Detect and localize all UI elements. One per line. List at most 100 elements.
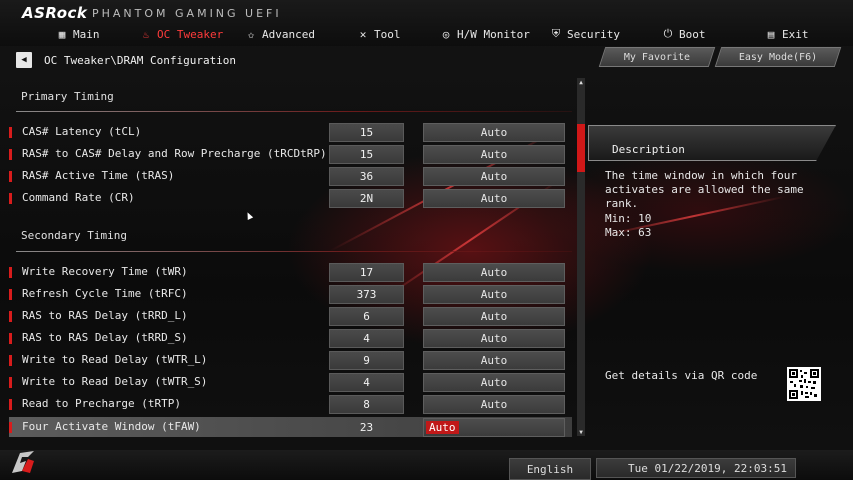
current-value: 2N [329,189,404,208]
star-icon: ✩ [247,27,255,41]
setting-row-command-rate[interactable]: Command Rate (CR) 2N Auto [9,188,572,208]
setting-label: Read to Precharge (tRTP) [22,397,181,410]
setting-row-tfaw[interactable]: Four Activate Window (tFAW) 23 Auto [9,417,572,437]
datetime-display: Tue 01/22/2019, 22:03:51 [596,458,796,478]
tab-advanced[interactable]: ✩ Advanced [245,26,315,42]
setting-label: Command Rate (CR) [22,191,135,204]
option-select[interactable]: Auto [423,351,565,370]
brand-logo: ASRock [22,4,88,22]
row-marker [9,289,12,300]
main-nav: ▦ Main ♨ OC Tweaker ✩ Advanced ✕ Tool ◎ … [0,24,853,44]
setting-row-twtr-s[interactable]: Write to Read Delay (tWTR_S) 4 Auto [9,372,572,392]
chevron-left-icon: ◀ [21,55,27,65]
current-value: 4 [329,373,404,392]
current-value: 15 [329,123,404,142]
setting-row-tcl[interactable]: CAS# Latency (tCL) 15 Auto [9,122,572,142]
row-marker [9,333,12,344]
row-marker [9,399,12,410]
scroll-thumb[interactable] [577,124,585,172]
power-icon: ⏻ [663,27,673,40]
qr-caption: Get details via QR code [605,369,758,382]
easy-mode-button[interactable]: Easy Mode(F6) [714,47,842,67]
exit-icon: ▤ [767,27,775,41]
setting-label: RAS# to CAS# Delay and Row Precharge (tR… [22,147,327,160]
option-select[interactable]: Auto [423,263,565,282]
tab-boot[interactable]: ⏻ Boot [662,26,706,42]
setting-row-trrd-s[interactable]: RAS to RAS Delay (tRRD_S) 4 Auto [9,328,572,348]
description-min: Min: 10 [605,212,652,225]
setting-label: Write to Read Delay (tWTR_L) [22,353,208,366]
tools-icon: ✕ [359,27,367,41]
setting-row-twr[interactable]: Write Recovery Time (tWR) 17 Auto [9,262,572,282]
qr-code-icon[interactable] [787,367,821,401]
row-marker [9,127,12,138]
option-select[interactable]: Auto [423,395,565,414]
section-divider [16,111,572,112]
scroll-down-icon[interactable]: ▼ [577,428,585,436]
flame-icon: ♨ [142,27,150,41]
row-marker [9,193,12,204]
tab-hw-monitor[interactable]: ◎ H/W Monitor [440,26,530,42]
section-divider [16,251,572,252]
monitor-icon: ◎ [442,27,450,41]
breadcrumb: ◀ OC Tweaker\DRAM Configuration [16,51,236,69]
option-select[interactable]: Auto [423,329,565,348]
setting-row-trfc[interactable]: Refresh Cycle Time (tRFC) 373 Auto [9,284,572,304]
current-value: 36 [329,167,404,186]
description-text: The time window in which four activates … [605,169,804,210]
option-select[interactable]: Auto [423,373,565,392]
setting-label: RAS to RAS Delay (tRRD_L) [22,309,188,322]
description-header: Description [588,125,838,161]
setting-label: RAS to RAS Delay (tRRD_S) [22,331,188,344]
option-select[interactable]: Auto [423,189,565,208]
setting-label: Write Recovery Time (tWR) [22,265,188,278]
setting-label: RAS# Active Time (tRAS) [22,169,175,182]
setting-label: Write to Read Delay (tWTR_S) [22,375,208,388]
row-marker [9,149,12,160]
current-value: 6 [329,307,404,326]
current-value: 373 [329,285,404,304]
setting-label: CAS# Latency (tCL) [22,125,142,138]
option-select[interactable]: Auto [423,123,565,142]
scrollbar[interactable]: ▲ ▼ [577,78,585,436]
description-title: Description [612,143,685,156]
section-primary-timing: Primary Timing [21,90,114,103]
setting-row-twtr-l[interactable]: Write to Read Delay (tWTR_L) 9 Auto [9,350,572,370]
current-value: 9 [329,351,404,370]
row-marker [9,171,12,182]
description-max: Max: 63 [605,226,652,239]
option-select[interactable]: Auto [423,307,565,326]
tab-security[interactable]: ⛨ Security [550,26,620,42]
setting-label: Refresh Cycle Time (tRFC) [22,287,188,300]
setting-row-trrd-l[interactable]: RAS to RAS Delay (tRRD_L) 6 Auto [9,306,572,326]
row-marker [9,422,12,433]
top-header: ASRock PHANTOM GAMING UEFI ▦ Main ♨ OC T… [0,0,853,46]
tab-main[interactable]: ▦ Main [56,26,100,42]
setting-row-tras[interactable]: RAS# Active Time (tRAS) 36 Auto [9,166,572,186]
current-value: 8 [329,395,404,414]
setting-label: Four Activate Window (tFAW) [22,420,201,433]
scroll-up-icon[interactable]: ▲ [577,78,585,86]
section-secondary-timing: Secondary Timing [21,229,127,242]
setting-row-trtp[interactable]: Read to Precharge (tRTP) 8 Auto [9,394,572,414]
option-select[interactable]: Auto [423,418,565,437]
my-favorite-button[interactable]: My Favorite [598,47,716,67]
row-marker [9,377,12,388]
back-button[interactable]: ◀ [16,52,32,68]
setting-row-trcdtrp[interactable]: RAS# to CAS# Delay and Row Precharge (tR… [9,144,572,164]
option-select[interactable]: Auto [423,285,565,304]
tab-tool[interactable]: ✕ Tool [357,26,401,42]
current-value: 23 [359,421,374,434]
breadcrumb-text: OC Tweaker\DRAM Configuration [44,53,237,67]
option-select[interactable]: Auto [423,145,565,164]
tab-oc-tweaker[interactable]: ♨ OC Tweaker [140,26,224,42]
tab-exit[interactable]: ▤ Exit [765,26,809,42]
current-value: 17 [329,263,404,282]
row-marker [9,267,12,278]
brand-subtitle: PHANTOM GAMING UEFI [92,7,282,20]
language-select[interactable]: English [509,458,591,480]
row-marker [9,355,12,366]
phantom-gaming-logo-icon [8,447,38,477]
option-select[interactable]: Auto [423,167,565,186]
shield-icon: ⛨ [551,27,561,40]
